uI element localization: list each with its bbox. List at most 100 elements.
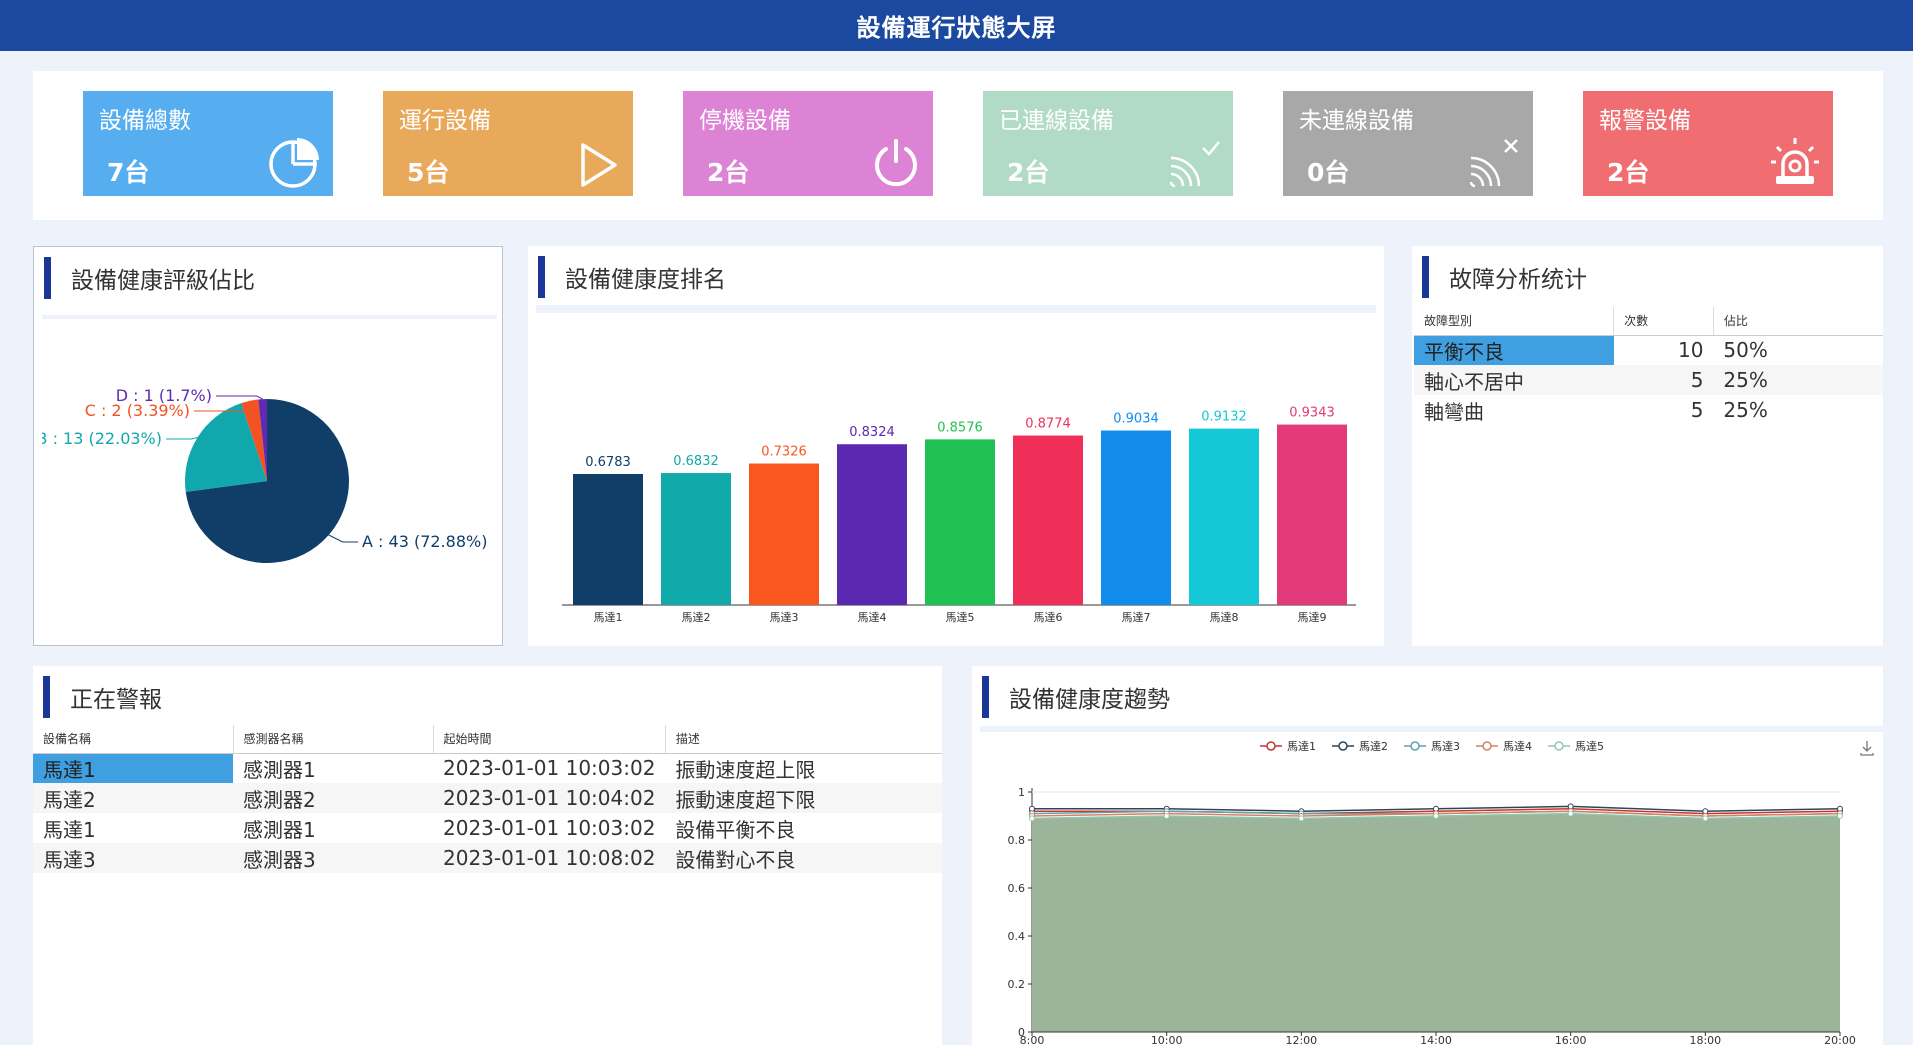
fault-ratio-cell: 50% <box>1723 338 1768 363</box>
legend-item[interactable]: 馬達5 <box>1548 740 1604 753</box>
data-point[interactable] <box>1702 808 1709 815</box>
pie-label-line <box>328 534 358 543</box>
data-point[interactable] <box>1702 815 1709 822</box>
data-point[interactable] <box>1567 803 1574 810</box>
x-tick-label: 馬達1 <box>594 611 623 624</box>
stat-card-connected[interactable]: 已連線設備 2台 <box>983 91 1233 196</box>
table-row[interactable]: 軸彎曲 5 25% <box>1414 395 1883 425</box>
fault-type-cell: 軸心不居中 <box>1414 365 1614 395</box>
x-tick-label: 16:00 <box>1555 1034 1587 1045</box>
stat-card-alarm[interactable]: 報警設備 2台 <box>1583 91 1833 196</box>
fault-count-cell: 5 <box>1613 365 1714 395</box>
start-time-cell: 2023-01-01 10:04:02 <box>433 783 666 813</box>
bar[interactable] <box>573 474 643 605</box>
pie-label: A : 43 (72.88%) <box>362 532 487 551</box>
bar[interactable] <box>661 473 731 605</box>
x-tick-label: 馬達7 <box>1122 611 1151 624</box>
bar[interactable] <box>837 444 907 605</box>
bar-value-label: 0.8324 <box>849 425 895 440</box>
data-point[interactable] <box>1029 815 1035 822</box>
x-tick-label: 馬達8 <box>1210 611 1239 624</box>
x-tick-label: 12:00 <box>1285 1034 1317 1045</box>
bar[interactable] <box>1277 424 1347 605</box>
stat-value: 2台 <box>1007 158 1050 187</box>
x-tick-label: 馬達3 <box>770 611 799 624</box>
start-time-cell: 2023-01-01 10:03:02 <box>443 816 656 840</box>
download-icon[interactable] <box>1860 741 1874 756</box>
data-point[interactable] <box>1029 805 1035 812</box>
stat-card-stopped[interactable]: 停機設備 2台 <box>683 91 933 196</box>
data-point[interactable] <box>1298 815 1305 822</box>
legend-label: 馬達4 <box>1503 740 1532 753</box>
y-tick-label: 0.4 <box>1008 930 1026 943</box>
pie-icon <box>269 138 319 188</box>
x-tick-label: 8:00 <box>1020 1034 1045 1045</box>
data-point[interactable] <box>1433 813 1439 819</box>
bar-chart-area: 0.6783 馬達1 0.6832 馬達2 0.7326 馬達3 0.8324 馬達4 0.85… <box>536 305 1376 638</box>
sensor-name-cell: 感測器1 <box>243 757 316 782</box>
bar[interactable] <box>1189 428 1259 605</box>
bar-value-label: 0.9132 <box>1201 410 1247 425</box>
stat-card-running[interactable]: 運行設備 5台 <box>383 91 633 196</box>
table-row[interactable]: 馬達2 感測器2 2023-01-01 10:04:02 振動速度超下限 <box>33 783 942 813</box>
bar[interactable] <box>749 463 819 605</box>
stat-label: 未連線設備 <box>1299 108 1414 134</box>
legend-label: 馬達1 <box>1287 740 1316 753</box>
legend-item[interactable]: 馬達2 <box>1332 740 1388 753</box>
alarms-panel: 正在警報 設備名稱 感測器名稱 起始時間 描述 馬達1 感測器1 2023-01… <box>33 666 942 1045</box>
device-name-cell: 馬達1 <box>43 817 96 842</box>
column-header[interactable]: 佔比 <box>1713 307 1883 336</box>
device-name-cell: 馬達2 <box>33 783 233 813</box>
table-row[interactable]: 軸心不居中 5 25% <box>1414 365 1883 395</box>
x-tick-label: 馬達5 <box>946 611 975 624</box>
play-icon <box>581 143 617 187</box>
data-point[interactable] <box>1567 810 1574 817</box>
stat-value: 2台 <box>1607 158 1650 187</box>
stat-card-total[interactable]: 設備總數 7台 <box>83 91 333 196</box>
column-header[interactable]: 描述 <box>665 725 942 754</box>
data-point[interactable] <box>1433 805 1439 812</box>
start-time-cell: 2023-01-01 10:03:02 <box>443 756 656 781</box>
data-point[interactable] <box>1837 805 1843 812</box>
fault-count-cell: 5 <box>1690 398 1704 422</box>
panel-title: 設備健康度排名 <box>538 256 726 298</box>
legend-item[interactable]: 馬達4 <box>1476 740 1532 753</box>
table-row[interactable]: 馬達1 感測器1 2023-01-01 10:03:02 振動速度超上限 <box>33 753 942 783</box>
column-header[interactable]: 次數 <box>1613 307 1714 336</box>
description-cell: 設備平衡不良 <box>675 817 796 842</box>
panel-title: 正在警報 <box>43 676 162 718</box>
stat-strip: 設備總數 7台 運行設備 5台 停機設備 2台 已連線設備 2台 未連線設備 0… <box>33 71 1883 220</box>
table-row[interactable]: 馬達1 感測器1 2023-01-01 10:03:02 設備平衡不良 <box>33 813 942 843</box>
data-point[interactable] <box>1837 813 1843 819</box>
y-tick-label: 0.6 <box>1008 882 1026 895</box>
bar[interactable] <box>925 439 995 605</box>
stat-value: 2台 <box>707 158 750 187</box>
bar[interactable] <box>1101 430 1171 605</box>
legend-item[interactable]: 馬達1 <box>1260 740 1316 753</box>
stat-value: 0台 <box>1307 158 1350 187</box>
stat-card-disconnected[interactable]: 未連線設備 0台 <box>1283 91 1533 196</box>
legend-item[interactable]: 馬達3 <box>1404 740 1460 753</box>
stat-label: 已連線設備 <box>999 108 1114 134</box>
trend-chart-area: 馬達1 馬達2 馬達3 馬達4 馬達5 0 0.2 0.4 0.6 0.8 1 8:00 10:00 12… <box>980 726 1883 1045</box>
fault-count-cell: 10 <box>1677 338 1704 363</box>
pie-label-line <box>166 437 198 440</box>
health-rank-panel: 設備健康度排名 0.6783 馬達1 0.6832 馬達2 0.7326 馬達3 0.832… <box>528 246 1384 646</box>
page-title: 設備運行狀態大屏 <box>856 14 1057 42</box>
fault-ratio-cell: 25% <box>1713 365 1883 395</box>
data-point[interactable] <box>1163 813 1170 819</box>
column-header[interactable]: 感測器名稱 <box>233 725 434 754</box>
fault-type-cell: 平衡不良 <box>1414 335 1614 365</box>
column-header[interactable]: 設備名稱 <box>33 725 234 754</box>
column-header[interactable]: 故障型別 <box>1414 307 1615 336</box>
y-tick-label: 1 <box>1018 786 1025 799</box>
column-header[interactable]: 起始時間 <box>433 725 666 754</box>
stat-label: 設備總數 <box>99 108 191 134</box>
stat-label: 停機設備 <box>699 108 791 134</box>
table-row[interactable]: 馬達3 感測器3 2023-01-01 10:08:02 設備對心不良 <box>33 843 942 873</box>
area-fill <box>1032 813 1840 1032</box>
stat-label: 報警設備 <box>1599 108 1691 134</box>
health-grade-pie-chart: A : 43 (72.88%)B : 13 (22.03%)C : 2 (3.3… <box>37 386 487 563</box>
bar[interactable] <box>1013 435 1083 605</box>
table-row[interactable]: 平衡不良 10 50% <box>1414 335 1883 365</box>
